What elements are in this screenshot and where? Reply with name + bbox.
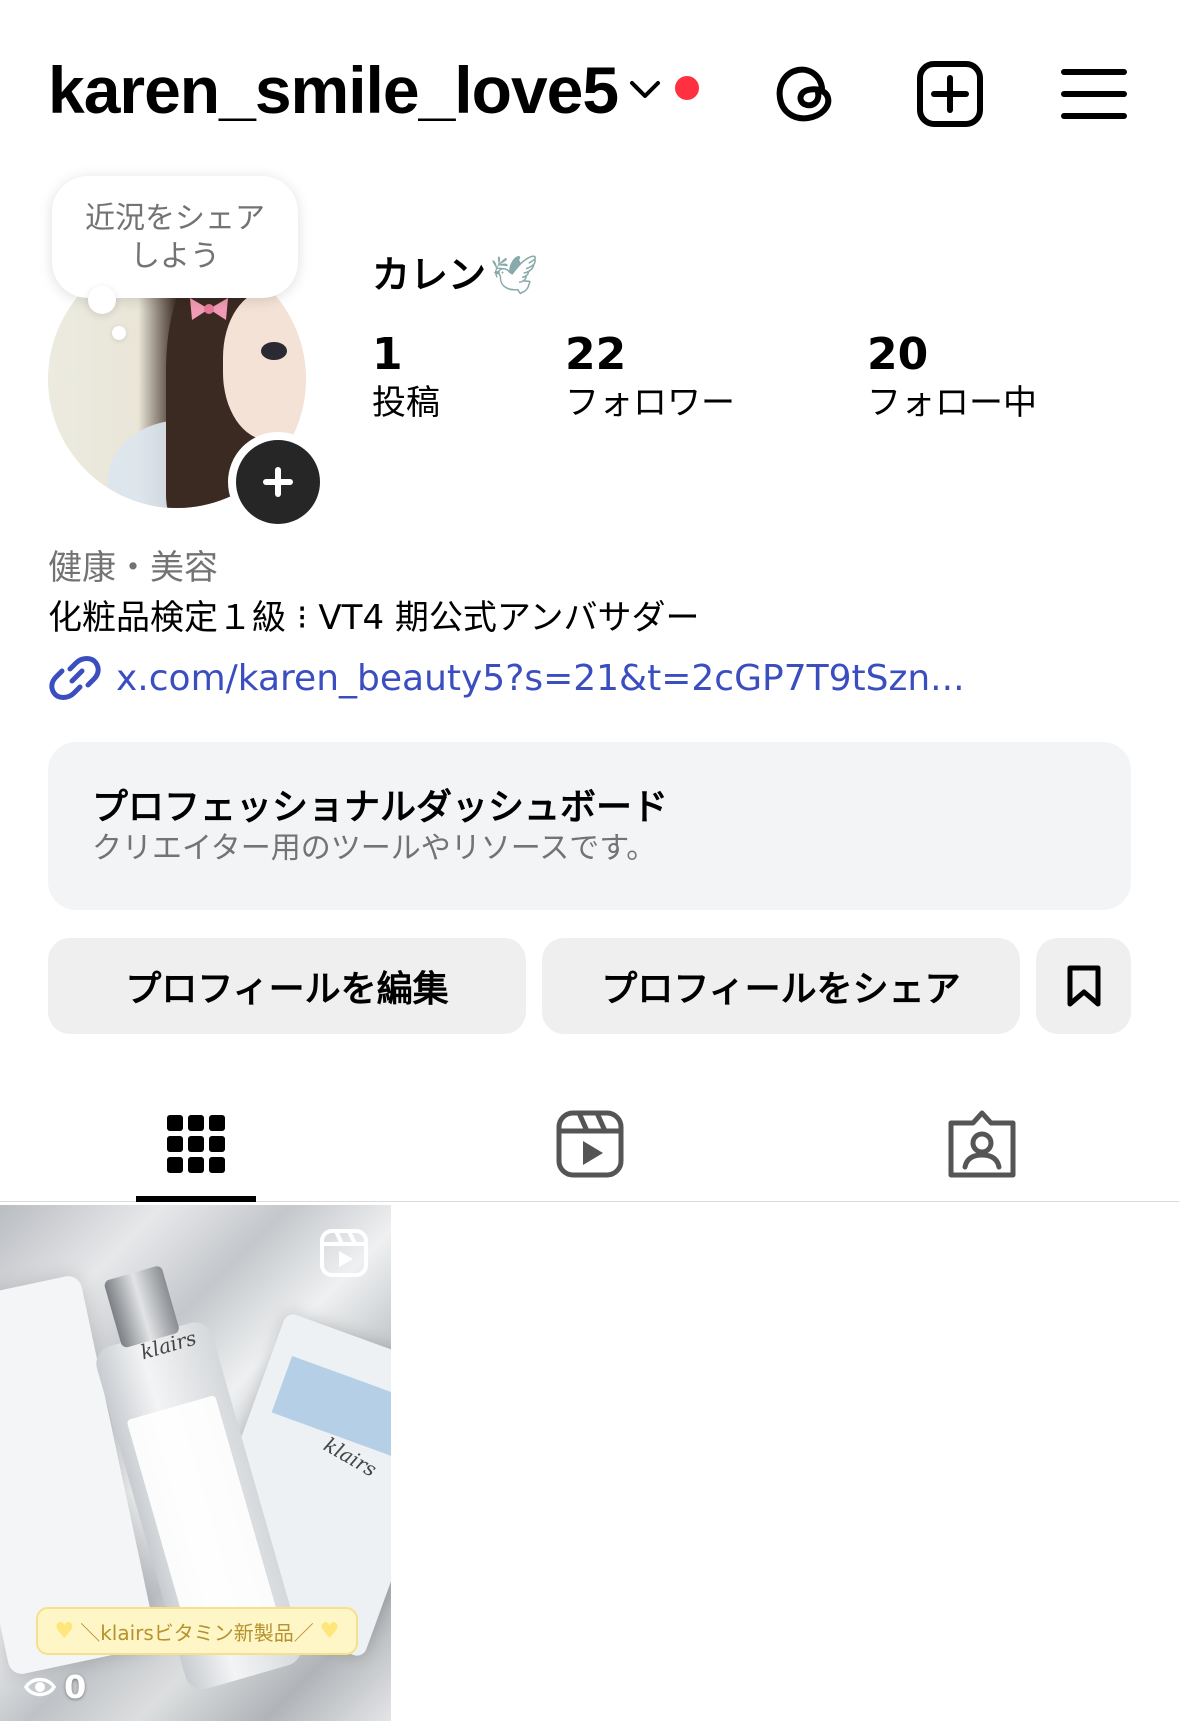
- active-tab-indicator: [136, 1196, 256, 1202]
- avatar-photo-eye: [261, 342, 287, 360]
- note-line-2: しよう: [130, 239, 220, 274]
- bookmark-icon: [1067, 965, 1100, 1007]
- stat-following-count: 20: [867, 329, 929, 380]
- edit-profile-button[interactable]: プロフィールを編集: [48, 938, 526, 1034]
- post-views-count: 0: [64, 1668, 87, 1706]
- chevron-down-icon[interactable]: [628, 72, 662, 106]
- create-post-icon[interactable]: [914, 58, 986, 130]
- threads-icon[interactable]: [770, 58, 842, 130]
- bio-link[interactable]: x.com/karen_beauty5?s=21&t=2cGP7T9tSzn..…: [48, 652, 965, 704]
- bio-text: 化粧品検定１級 ⁝ VT4 期公式アンバサダー: [48, 598, 700, 638]
- stat-posts-label: 投稿: [372, 383, 440, 423]
- note-bubble[interactable]: 近況をシェア しよう: [52, 176, 298, 298]
- profile-header: karen_smile_love5: [0, 0, 1179, 180]
- dove-emoji: 🕊: [490, 253, 539, 297]
- post-views: 0: [22, 1665, 86, 1709]
- tab-tagged[interactable]: [892, 1086, 1072, 1202]
- profile-tabs: [0, 1086, 1179, 1202]
- stat-following[interactable]: 20 フォロー中: [867, 330, 1037, 426]
- notification-dot: [675, 76, 699, 100]
- play-count-icon: [23, 1677, 57, 1697]
- display-name-text: カレン: [372, 253, 487, 297]
- tagged-icon: [948, 1110, 1016, 1178]
- heart-icon: ♥: [319, 1618, 340, 1644]
- note-bubble-tail-small: [112, 326, 126, 340]
- post-thumbnail[interactable]: klairs klairs ♥ ＼klairsビタミン新製品／ ♥ 0: [0, 1205, 391, 1721]
- stat-posts[interactable]: 1 投稿: [372, 330, 440, 426]
- grid-icon: [167, 1115, 225, 1173]
- post-banner: ♥ ＼klairsビタミン新製品／ ♥: [36, 1607, 358, 1655]
- dashboard-title: プロフェッショナルダッシュボード: [92, 787, 669, 828]
- note-bubble-tail: [88, 286, 116, 314]
- stat-followers-count: 22: [565, 329, 627, 380]
- bio-link-text[interactable]: x.com/karen_beauty5?s=21&t=2cGP7T9tSzn..…: [116, 658, 965, 699]
- heart-icon: ♥: [54, 1618, 75, 1644]
- saved-button[interactable]: [1036, 938, 1131, 1034]
- share-profile-button[interactable]: プロフィールをシェア: [542, 938, 1020, 1034]
- post-banner-text: ＼klairsビタミン新製品／: [80, 1620, 314, 1645]
- add-story-button[interactable]: [228, 432, 328, 532]
- stat-posts-count: 1: [372, 329, 403, 380]
- menu-icon[interactable]: [1058, 58, 1130, 130]
- professional-dashboard[interactable]: プロフェッショナルダッシュボード クリエイター用のツールやリソースです。: [48, 742, 1131, 910]
- reels-icon: [556, 1110, 624, 1178]
- reel-badge-icon: [318, 1227, 370, 1279]
- tab-posts[interactable]: [106, 1086, 286, 1202]
- tab-reels[interactable]: [500, 1086, 680, 1202]
- bio-category: 健康・美容: [48, 548, 218, 588]
- stat-followers[interactable]: 22 フォロワー: [565, 330, 735, 426]
- avatar-photo-face: [223, 290, 306, 440]
- note-line-1: 近況をシェア: [85, 201, 265, 236]
- dashboard-subtitle: クリエイター用のツールやリソースです。: [92, 831, 657, 866]
- bow-icon: [190, 298, 228, 320]
- link-icon: [49, 656, 101, 700]
- username[interactable]: karen_smile_love5: [48, 52, 619, 128]
- display-name: カレン 🕊: [372, 244, 538, 299]
- stat-following-label: フォロー中: [867, 383, 1037, 423]
- stat-followers-label: フォロワー: [565, 383, 735, 423]
